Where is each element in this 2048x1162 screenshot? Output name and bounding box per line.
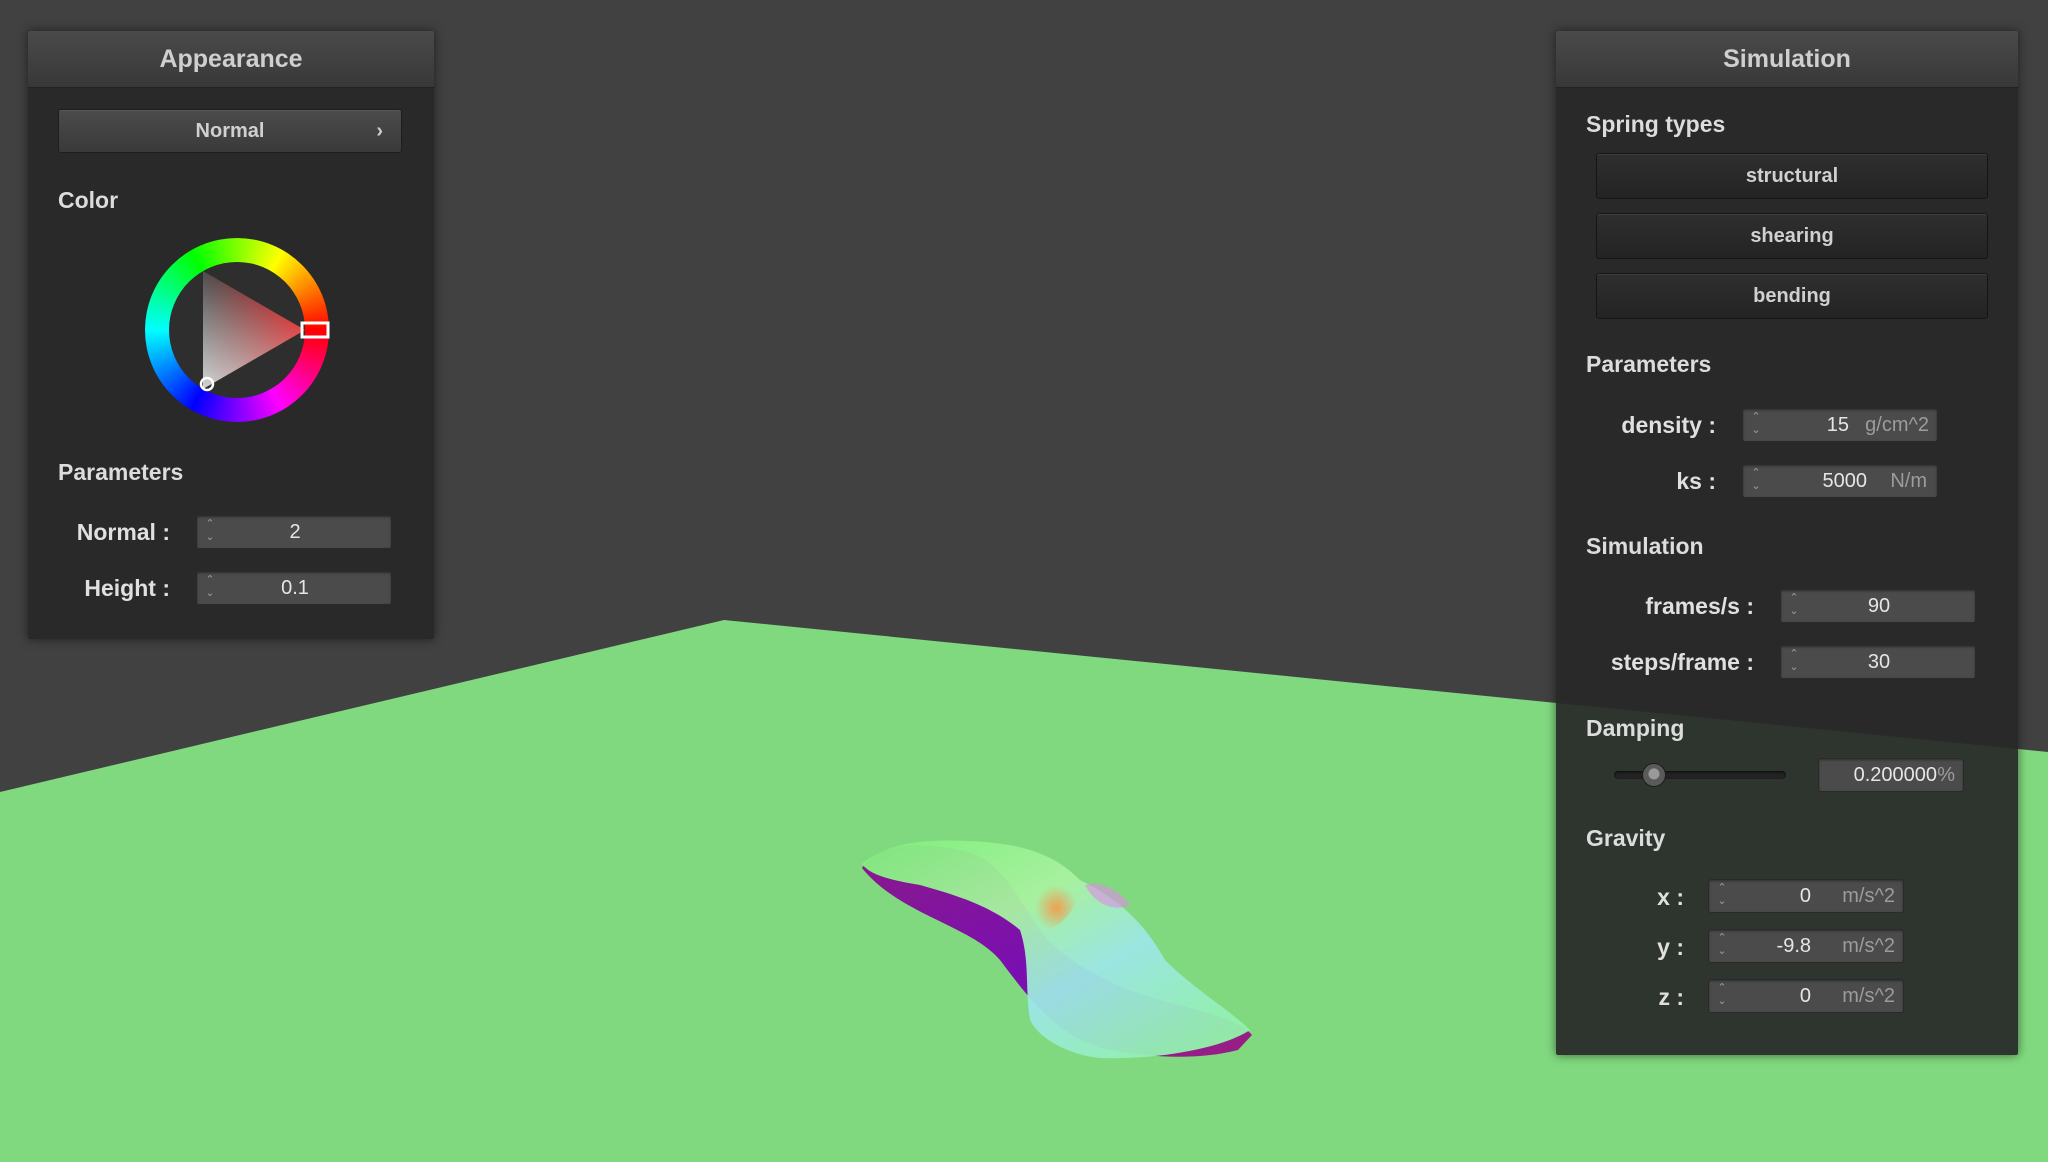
simulation-section-label: Simulation — [1586, 533, 1704, 559]
shader-select-label: Normal — [195, 120, 265, 142]
damping-slider-track[interactable] — [1614, 771, 1786, 779]
gravity-y-spinbox[interactable]: ⌃ ⌄ -9.8 m/s^2 — [1708, 929, 1904, 963]
steps-label: steps/frame : — [1610, 649, 1754, 675]
gravity-y-label: y : — [1657, 934, 1684, 960]
sim-params-label: Parameters — [1586, 351, 1712, 377]
gravity-x-label: x : — [1657, 884, 1684, 910]
spin-arrows-icon[interactable]: ⌃ ⌄ — [1749, 467, 1763, 495]
spring-types-label: Spring types — [1586, 111, 1726, 137]
spin-arrows-icon[interactable]: ⌃ ⌄ — [1715, 982, 1729, 1010]
shader-select-button[interactable]: Normal › — [58, 109, 402, 153]
structural-button[interactable]: structural — [1596, 153, 1988, 199]
spin-arrows-icon[interactable]: ⌃ ⌄ — [1749, 411, 1763, 439]
gravity-z-label: z : — [1658, 984, 1684, 1010]
gravity-z-spinbox[interactable]: ⌃ ⌄ 0 m/s^2 — [1708, 979, 1904, 1013]
bending-button[interactable]: bending — [1596, 273, 1988, 319]
damping-field[interactable]: 0.200000 % — [1818, 758, 1964, 792]
damping-slider-knob[interactable] — [1641, 763, 1666, 787]
appearance-params-label: Parameters — [58, 459, 184, 485]
color-wheel[interactable] — [144, 237, 330, 423]
height-spinbox[interactable]: ⌃ ⌄ 0.1 — [196, 571, 392, 605]
color-label: Color — [58, 187, 119, 213]
ks-label: ks : — [1676, 468, 1716, 494]
appearance-panel-title: Appearance — [28, 31, 434, 88]
appearance-panel: Appearance Normal › Color Parameters Nor… — [28, 31, 434, 639]
spin-arrows-icon[interactable]: ⌃ ⌄ — [1715, 932, 1729, 960]
steps-spinbox[interactable]: ⌃ ⌄ 30 — [1780, 645, 1976, 679]
density-label: density : — [1621, 412, 1716, 438]
gravity-label: Gravity — [1586, 825, 1666, 851]
simulation-panel-title: Simulation — [1556, 31, 2018, 88]
gravity-x-spinbox[interactable]: ⌃ ⌄ 0 m/s^2 — [1708, 879, 1904, 913]
ks-spinbox[interactable]: ⌃ ⌄ 5000 N/m — [1742, 464, 1938, 498]
spin-arrows-icon[interactable]: ⌃ ⌄ — [1715, 882, 1729, 910]
density-spinbox[interactable]: ⌃ ⌄ 15 g/cm^2 — [1742, 408, 1938, 442]
normal-label: Normal : — [76, 519, 170, 545]
simulation-panel: Simulation Spring types structural shear… — [1556, 31, 2018, 1055]
height-label: Height : — [84, 575, 170, 601]
shearing-button[interactable]: shearing — [1596, 213, 1988, 259]
damping-label: Damping — [1586, 715, 1685, 741]
fps-label: frames/s : — [1645, 593, 1754, 619]
normal-spinbox[interactable]: ⌃ ⌄ 2 — [196, 515, 392, 549]
fps-spinbox[interactable]: ⌃ ⌄ 90 — [1780, 589, 1976, 623]
chevron-right-icon: › — [376, 120, 383, 142]
